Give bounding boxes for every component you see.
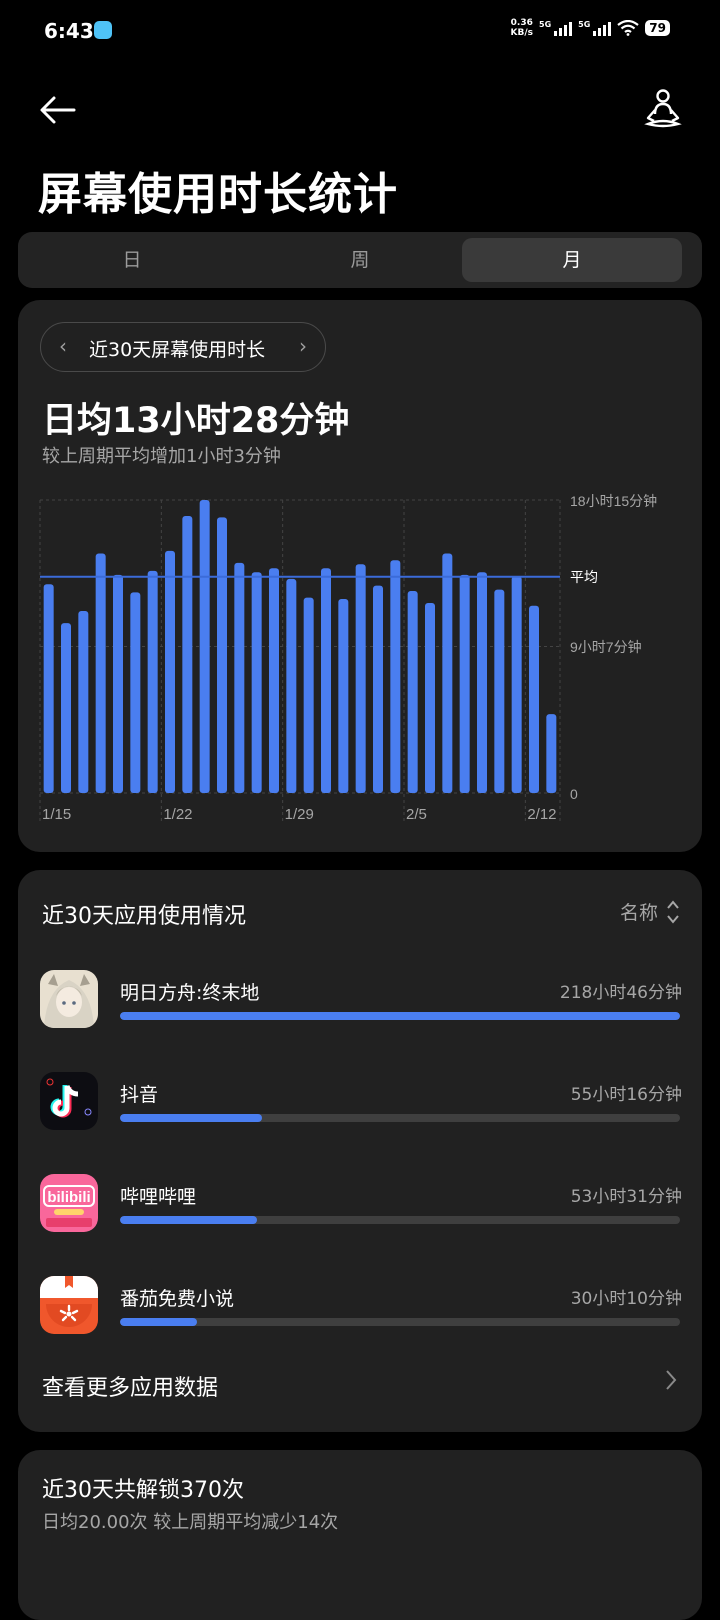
sort-label: 名称	[619, 902, 658, 924]
chart-bar[interactable]	[78, 611, 89, 793]
unlock-card: 近30天共解锁370次 日均20.00次 较上周期平均减少14次	[18, 1450, 702, 1620]
chart-bar[interactable]	[95, 553, 106, 793]
x-tick-label: 2/12	[527, 806, 556, 823]
chart-bar[interactable]	[269, 568, 279, 793]
notification-app-icon	[94, 21, 112, 39]
x-tick-label: 1/15	[42, 806, 71, 823]
chart-bar[interactable]	[113, 574, 123, 793]
chart-bar[interactable]	[442, 553, 453, 793]
status-indicators: 0.36 KB/s 5G 5G 79	[511, 18, 670, 38]
chart-bar[interactable]	[130, 592, 141, 793]
wifi-icon	[617, 20, 639, 36]
chart-bar[interactable]	[494, 589, 505, 793]
app-row[interactable]: 明日方舟:终末地 218小时46分钟	[40, 970, 682, 1030]
app-time: 55小时16分钟	[570, 1085, 682, 1105]
chart-bar[interactable]	[251, 572, 262, 793]
chart-bar[interactable]	[182, 516, 193, 793]
app-row[interactable]: 抖音 55小时16分钟	[40, 1072, 682, 1132]
y-tick-label: 0	[570, 786, 578, 802]
chart-bar[interactable]	[165, 550, 175, 793]
douyin-app-icon	[40, 1072, 98, 1130]
chart-bar[interactable]	[199, 500, 210, 793]
chart-bar[interactable]	[373, 585, 383, 793]
chart-bar[interactable]	[61, 623, 71, 793]
tab-week[interactable]: 周	[250, 238, 470, 282]
unlock-subtitle: 日均20.00次 较上周期平均减少14次	[42, 1512, 339, 1533]
average-label: 平均	[570, 569, 598, 585]
app-time: 53小时31分钟	[570, 1187, 682, 1207]
unlock-title: 近30天共解锁370次	[42, 1478, 244, 1503]
app-row[interactable]: 番茄免费小说 30小时10分钟	[40, 1276, 682, 1336]
screen-time-card: ‹ 近30天屏幕使用时长 › 日均13小时28分钟 较上周期平均增加1小时3分钟…	[18, 300, 702, 852]
chevron-right-icon[interactable]	[664, 1368, 678, 1392]
usage-bar	[120, 1012, 680, 1020]
chart-bar[interactable]	[217, 517, 227, 793]
page-title: 屏幕使用时长统计	[38, 169, 398, 220]
bilibili-app-icon: bilibili	[40, 1174, 98, 1232]
meditation-icon[interactable]	[644, 88, 682, 130]
back-arrow-icon[interactable]	[38, 90, 78, 130]
x-tick-label: 2/5	[406, 806, 427, 823]
status-time: 6:43	[44, 19, 94, 43]
chart-bar[interactable]	[355, 564, 366, 793]
x-tick-label: 1/29	[285, 806, 314, 823]
battery-icon: 79	[645, 20, 670, 36]
x-tick-label: 1/22	[163, 806, 192, 823]
chart-bar[interactable]	[407, 590, 418, 793]
chart-bar[interactable]	[43, 584, 54, 793]
chart-bar[interactable]	[477, 572, 487, 793]
signal-icon: 5G	[539, 20, 573, 36]
tab-day[interactable]: 日	[22, 238, 242, 282]
usage-bar	[120, 1318, 680, 1326]
app-usage-title: 近30天应用使用情况	[42, 904, 246, 929]
usage-bar	[120, 1216, 680, 1224]
usage-bar-fill	[120, 1216, 258, 1224]
app-name: 抖音	[120, 1084, 159, 1106]
arknights-endfield-app-icon	[40, 970, 98, 1028]
usage-bar-fill	[120, 1012, 680, 1020]
chart-bar[interactable]	[511, 576, 522, 793]
usage-chart: 18小时15分钟 平均 9小时7分钟 0 1/15 1/22 1/29 2/5 2/12	[39, 493, 657, 823]
app-name: 番茄免费小说	[120, 1288, 235, 1310]
app-usage-card: 近30天应用使用情况 名称 明日方舟:终末地 218小时46分钟 抖音 55小时…	[18, 870, 702, 1432]
sort-icon	[667, 899, 679, 924]
app-row[interactable]: bilibili 哔哩哔哩 53小时31分钟	[40, 1174, 682, 1234]
chart-bar[interactable]	[286, 578, 297, 793]
y-tick-label: 18小时15分钟	[570, 493, 657, 509]
chart-bar[interactable]	[546, 714, 557, 793]
usage-bar-fill	[120, 1318, 198, 1326]
usage-bar-fill	[120, 1114, 262, 1122]
chart-bar[interactable]	[338, 599, 349, 793]
chart-bar[interactable]	[529, 605, 539, 793]
chart-bar[interactable]	[321, 568, 331, 793]
chart-bar[interactable]	[425, 603, 435, 793]
tomato-novel-app-icon	[40, 1276, 98, 1334]
more-app-data-link[interactable]: 查看更多应用数据	[42, 1370, 218, 1402]
net-speed: 0.36 KB/s	[510, 18, 534, 38]
svg-text:bilibili: bilibili	[47, 1189, 90, 1206]
chart-bar[interactable]	[390, 560, 401, 793]
sort-button[interactable]: 名称	[620, 898, 680, 925]
period-segmented-control: 日 周 月	[18, 232, 702, 288]
signal-icon: 5G	[578, 20, 612, 36]
chart-bar[interactable]	[303, 597, 314, 793]
app-time: 30小时10分钟	[570, 1289, 682, 1309]
tab-month[interactable]: 月	[462, 238, 682, 282]
chart-bar[interactable]	[234, 562, 245, 793]
chart-bar[interactable]	[147, 570, 158, 793]
chart-bar[interactable]	[459, 574, 470, 793]
status-bar: 6:43 0.36 KB/s 5G 5G 79	[0, 0, 720, 64]
app-name: 明日方舟:终末地	[120, 982, 260, 1004]
y-tick-label: 9小时7分钟	[570, 639, 642, 655]
app-name: 哔哩哔哩	[120, 1186, 197, 1208]
app-time: 218小时46分钟	[559, 983, 682, 1003]
usage-bar	[120, 1114, 680, 1122]
